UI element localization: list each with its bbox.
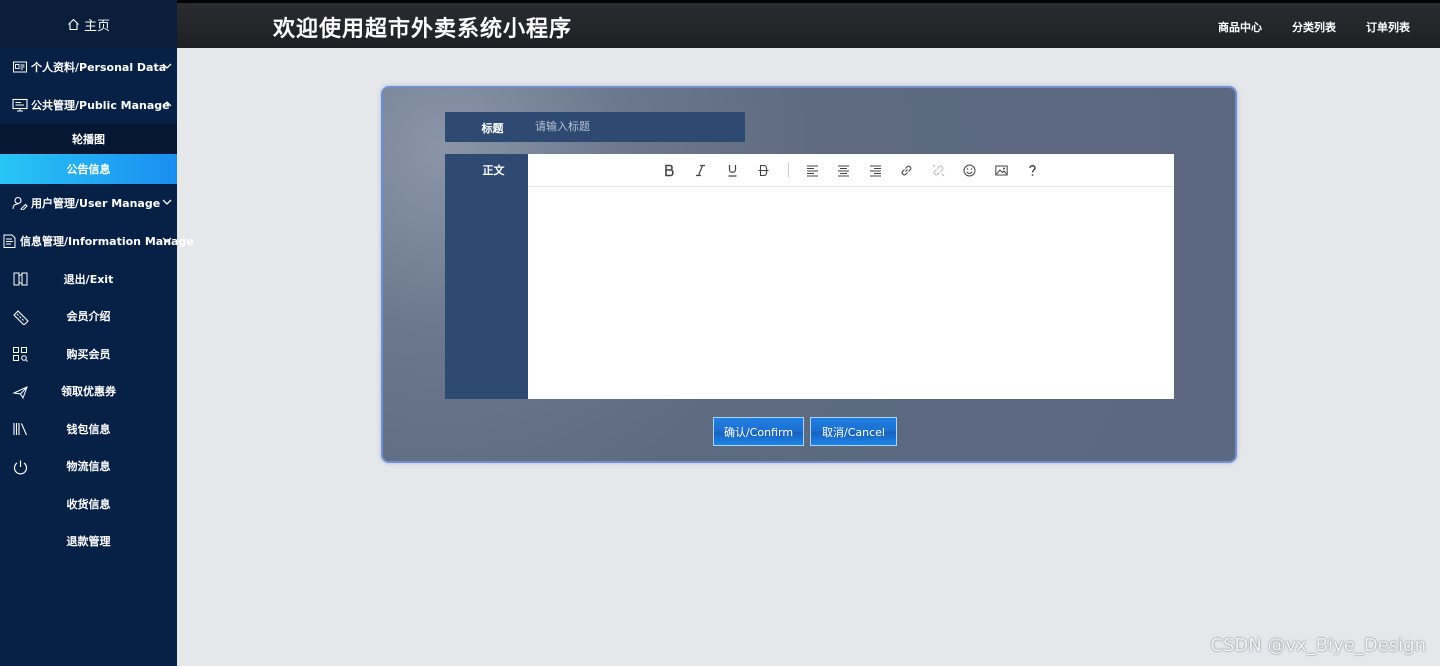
- sidebar-item-label: 收货信息: [66, 497, 111, 511]
- chevron-down-icon: [162, 199, 172, 205]
- sidebar-home[interactable]: 主页: [0, 0, 177, 48]
- sidebar-item-label: 领取优惠券: [61, 385, 116, 399]
- top-bar: 欢迎使用超市外卖系统小程序 商品中心 分类列表 订单列表: [0, 0, 1440, 48]
- sidebar-group-personal-label: 个人资料/Personal Data: [31, 61, 167, 74]
- editor-toolbar: [528, 154, 1174, 187]
- sidebar-item-coupon[interactable]: 领取优惠券: [0, 373, 177, 411]
- align-center-icon[interactable]: [828, 160, 860, 180]
- cancel-button[interactable]: 取消/Cancel: [810, 417, 897, 446]
- body-row: 正文: [445, 154, 1174, 399]
- rich-text-editor[interactable]: [528, 154, 1174, 399]
- sidebar-group-user[interactable]: 用户管理/User Manage: [0, 184, 177, 222]
- announcement-form-card: 标题 正文 确认/Confirm 取消/Cancel: [381, 86, 1237, 463]
- id-card-icon: [13, 61, 27, 73]
- sidebar-item-label: 退出/Exit: [63, 272, 114, 286]
- sidebar-group-public-label: 公共管理/Public Manage: [31, 99, 170, 112]
- chevron-down-icon: [162, 237, 172, 243]
- monitor-icon: [12, 98, 28, 112]
- unlink-icon[interactable]: [923, 160, 955, 180]
- sidebar-group-info[interactable]: 信息管理/Information Manage: [0, 222, 194, 260]
- sidebar-item-member-intro[interactable]: 会员介绍: [0, 298, 177, 336]
- sidebar-home-label: 主页: [83, 18, 110, 34]
- underline-icon[interactable]: [717, 160, 749, 180]
- confirm-button[interactable]: 确认/Confirm: [713, 417, 804, 446]
- sidebar-item-carousel[interactable]: 轮播图: [0, 124, 177, 154]
- user-edit-icon: [12, 196, 28, 210]
- align-left-icon[interactable]: [797, 160, 829, 180]
- italic-icon[interactable]: [685, 160, 717, 180]
- chevron-down-icon: [162, 63, 172, 69]
- link-icon[interactable]: [891, 160, 923, 180]
- sidebar-item-logistics[interactable]: 物流信息: [0, 448, 177, 486]
- sidebar-item-label: 钱包信息: [66, 422, 111, 436]
- emoji-icon[interactable]: [954, 160, 986, 180]
- sidebar-group-personal[interactable]: 个人资料/Personal Data: [0, 48, 177, 86]
- sidebar: 主页 个人资料/Personal Data 公共管理/Public Manage…: [0, 0, 194, 666]
- sidebar-group-public[interactable]: 公共管理/Public Manage: [0, 86, 177, 124]
- watermark: CSDN @vx_Biye_Design: [1210, 635, 1426, 656]
- sidebar-item-announcement[interactable]: 公告信息: [0, 154, 177, 184]
- app-title: 欢迎使用超市外卖系统小程序: [273, 17, 573, 42]
- help-icon[interactable]: [1017, 160, 1049, 180]
- sidebar-item-label: 会员介绍: [66, 310, 111, 324]
- nav-category-list[interactable]: 分类列表: [1292, 19, 1336, 35]
- sidebar-item-refund[interactable]: 退款管理: [0, 523, 177, 561]
- align-right-icon[interactable]: [860, 160, 892, 180]
- title-row: 标题: [445, 112, 745, 142]
- sidebar-item-label: 物流信息: [66, 460, 111, 474]
- sidebar-item-buy-member[interactable]: 购买会员: [0, 335, 177, 373]
- title-input[interactable]: [527, 112, 742, 142]
- sidebar-item-label: 退款管理: [66, 535, 111, 549]
- sidebar-item-label: 购买会员: [66, 347, 111, 361]
- nav-order-list[interactable]: 订单列表: [1366, 19, 1410, 35]
- home-icon: [68, 18, 79, 30]
- sidebar-group-user-label: 用户管理/User Manage: [31, 197, 161, 210]
- document-icon: [3, 234, 16, 248]
- chevron-up-icon: [162, 101, 172, 107]
- sidebar-item-wallet[interactable]: 钱包信息: [0, 410, 177, 448]
- form-buttons: 确认/Confirm 取消/Cancel: [713, 417, 897, 446]
- title-label: 标题: [481, 122, 504, 135]
- bold-icon[interactable]: [654, 160, 686, 180]
- top-nav: 商品中心 分类列表 订单列表: [1218, 19, 1410, 35]
- sidebar-item-exit[interactable]: 退出/Exit: [0, 260, 177, 298]
- toolbar-divider: [787, 163, 789, 177]
- sidebar-item-shipping[interactable]: 收货信息: [0, 485, 177, 523]
- strikethrough-icon[interactable]: [748, 160, 780, 180]
- image-icon[interactable]: [986, 160, 1018, 180]
- nav-product-center[interactable]: 商品中心: [1218, 19, 1262, 35]
